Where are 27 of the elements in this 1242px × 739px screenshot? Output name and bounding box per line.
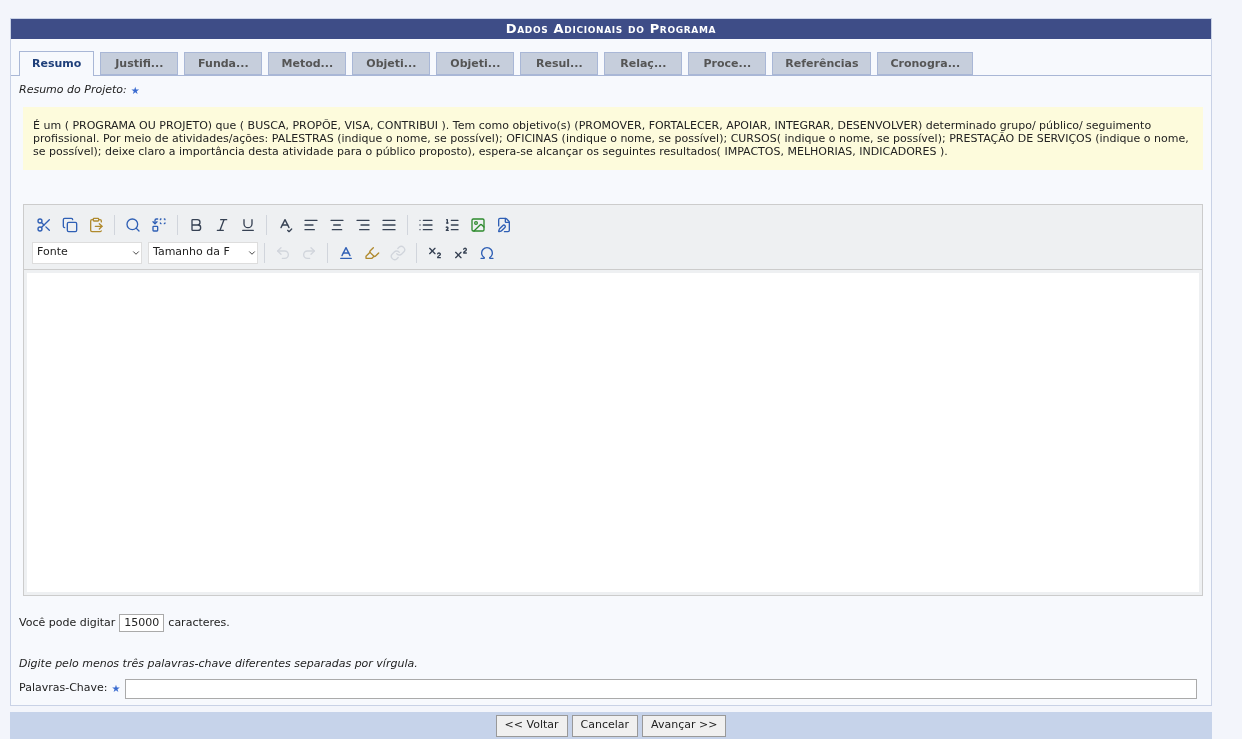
nav-button[interactable]: Cancelar bbox=[571, 714, 639, 737]
counter-value: 15000 bbox=[119, 613, 165, 632]
tab[interactable]: Proce... bbox=[688, 52, 767, 75]
keywords-label: Palavras-Chave: bbox=[19, 680, 108, 697]
tab[interactable]: Cronogra... bbox=[877, 52, 974, 75]
field-label: Resumo do Projeto: bbox=[19, 82, 127, 98]
tab[interactable]: Metod... bbox=[268, 52, 347, 75]
required-icon: ★ bbox=[111, 681, 121, 696]
keywords-hint: Digite pelo menos três palavras-chave diferentes separadas por vírgula. bbox=[19, 656, 419, 672]
tab[interactable]: Justifi... bbox=[100, 52, 179, 75]
tab[interactable]: Resul... bbox=[520, 52, 599, 75]
size-select[interactable]: Tamanho da F bbox=[148, 241, 258, 264]
keywords-field[interactable] bbox=[124, 678, 1197, 699]
panel-title: Dados Adicionais do Programa bbox=[11, 19, 1211, 39]
required-icon: ★ bbox=[130, 82, 140, 98]
tab[interactable]: Resumo bbox=[19, 51, 95, 76]
guidance-text: É um ( PROGRAMA OU PROJETO) que ( BUSCA, PROPÕE, VISA, CONTRIBUI ). Tem como objetivo(s) (PROMOVER, FORTALECER, APOIAR, INTEGRAR, DESENVOLVER) determinado grupo/ público/ seguimento profissional. Por meio de atividades/ações: PALESTRAS (indique o nome, se possível); OFICINAS (indique o nome, se possível); CURSOS( indique o nome, se possível); PRESTAÇÃO DE SERVIÇOS (indique o nome, se possível); deixe claro a importância desta atividade para o público proposto), espera-se alcançar os seguintes resultados( IMPACTOS, MELHORIAS, INDICADORES ). bbox=[23, 106, 1203, 170]
counter-text: caracteres. bbox=[168, 614, 230, 631]
font-select[interactable]: Fonte bbox=[32, 241, 142, 264]
tab[interactable]: Funda... bbox=[184, 52, 263, 75]
counter-text: Você pode digitar bbox=[19, 614, 116, 631]
tab[interactable]: Referências bbox=[772, 52, 872, 75]
tab[interactable]: Relaç... bbox=[604, 52, 683, 75]
nav-button[interactable]: << Voltar bbox=[495, 714, 568, 737]
nav-button[interactable]: Avançar >> bbox=[642, 714, 727, 737]
tab[interactable]: Objeti... bbox=[436, 52, 515, 75]
tab[interactable]: Objeti... bbox=[352, 52, 431, 75]
